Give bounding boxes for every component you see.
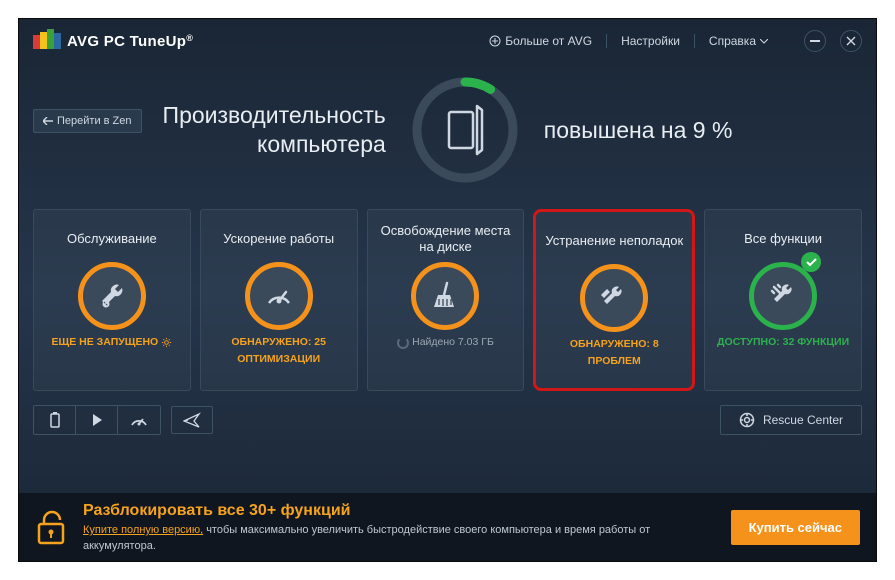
hero-result: повышена на 9 % [544, 117, 733, 144]
app-window: AVG PC TuneUp® Больше от AVG Настройки С… [18, 18, 877, 562]
card-status: ОБНАРУЖЕНО: 25ОПТИМИЗАЦИИ [231, 336, 326, 366]
hero-label: Производительность компьютера [163, 101, 386, 159]
laptop-icon [445, 102, 485, 158]
titlebar: AVG PC TuneUp® Больше от AVG Настройки С… [19, 19, 876, 63]
banner-title: Разблокировать все 30+ функций [83, 500, 717, 522]
close-icon [846, 36, 856, 46]
broom-icon [432, 281, 458, 311]
card-maintenance[interactable]: Обслуживание ЕЩЕ НЕ ЗАПУЩЕНО [33, 209, 191, 391]
card-circle [245, 262, 313, 330]
app-name: AVG PC TuneUp® [67, 33, 193, 50]
battery-icon [48, 411, 62, 429]
plus-circle-icon [489, 35, 501, 47]
mode-standard-button[interactable] [76, 406, 118, 434]
mode-group [33, 405, 161, 435]
mode-economy-button[interactable] [34, 406, 76, 434]
mode-turbo-button[interactable] [118, 406, 160, 434]
card-title: Обслуживание [67, 222, 157, 256]
gauge-icon [130, 413, 148, 427]
settings-link[interactable]: Настройки [621, 34, 680, 48]
play-icon [91, 413, 103, 427]
card-title: Ускорение работы [223, 222, 334, 256]
card-status: ОБНАРУЖЕНО: 8ПРОБЛЕМ [570, 338, 659, 368]
card-status: ДОСТУПНО: 32 ФУНКЦИИ [717, 336, 849, 350]
card-title: Устранение неполадок [545, 224, 683, 258]
card-title: Все функции [744, 222, 822, 256]
avg-logo-icon [33, 29, 61, 53]
spinner-icon [397, 337, 409, 349]
card-speedup[interactable]: Ускорение работы ОБНАРУЖЕНО: 25ОПТИМИЗАЦ… [200, 209, 358, 391]
gear-icon [161, 337, 172, 348]
card-circle [580, 264, 648, 332]
card-fix-problems[interactable]: Устранение неполадок ОБНАРУЖЕНО: 8ПРОБЛЕ… [533, 209, 695, 391]
buy-full-version-link[interactable]: Купите полную версию, [83, 524, 203, 536]
card-circle [78, 262, 146, 330]
hero-section: Перейти в Zen Производительность компьют… [19, 63, 876, 209]
top-menu: Больше от AVG Настройки Справка [489, 30, 862, 52]
minimize-icon [810, 40, 820, 42]
card-circle [411, 262, 479, 330]
card-circle [749, 262, 817, 330]
card-disk-space[interactable]: Освобождение места на диске Найдено 7.03… [367, 209, 525, 391]
mode-row: Rescue Center [19, 391, 876, 435]
go-to-zen-button[interactable]: Перейти в Zen [33, 109, 142, 133]
separator [606, 34, 607, 48]
performance-ring [410, 75, 520, 185]
rescue-center-button[interactable]: Rescue Center [720, 405, 862, 435]
banner-text: Разблокировать все 30+ функций Купите по… [83, 500, 717, 554]
app-logo: AVG PC TuneUp® [33, 29, 193, 53]
tools-icon [768, 281, 798, 311]
feature-cards: Обслуживание ЕЩЕ НЕ ЗАПУЩЕНО Ускорение р… [19, 209, 876, 391]
close-button[interactable] [840, 30, 862, 52]
plane-icon [183, 412, 201, 428]
minimize-button[interactable] [804, 30, 826, 52]
chevron-down-icon [760, 39, 768, 44]
card-status: ЕЩЕ НЕ ЗАПУЩЕНО [52, 336, 173, 350]
wrench-icon [97, 281, 127, 311]
separator [694, 34, 695, 48]
more-from-avg-link[interactable]: Больше от AVG [489, 34, 592, 48]
check-badge-icon [801, 252, 821, 272]
card-status: Найдено 7.03 ГБ [397, 336, 494, 350]
help-link[interactable]: Справка [709, 34, 768, 48]
lifebuoy-icon [739, 412, 755, 428]
unlock-icon [35, 508, 69, 546]
speedometer-icon [264, 281, 294, 311]
card-title: Освобождение места на диске [374, 222, 518, 256]
wrench-pencil-icon [599, 283, 629, 313]
arrow-left-icon [43, 117, 53, 125]
flight-mode-button[interactable] [171, 406, 213, 434]
buy-now-button[interactable]: Купить сейчас [731, 510, 860, 545]
upgrade-banner: Разблокировать все 30+ функций Купите по… [19, 493, 876, 561]
card-all-functions[interactable]: Все функции ДОСТУПНО: 32 ФУНКЦИИ [704, 209, 862, 391]
